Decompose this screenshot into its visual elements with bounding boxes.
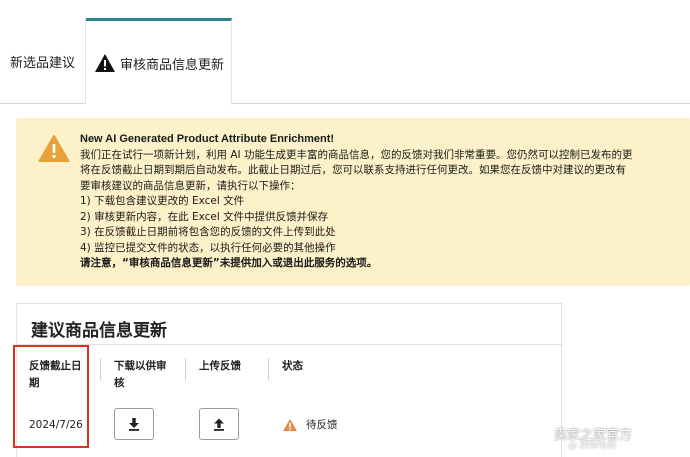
watermark-logo-icon bbox=[530, 423, 550, 443]
column-divider bbox=[185, 358, 186, 380]
tab-review-product-updates[interactable]: 审核商品信息更新 bbox=[86, 18, 232, 105]
upload-button[interactable] bbox=[199, 408, 239, 440]
suggested-updates-card: 建议商品信息更新 反馈截止日期 下载以供审核 上传反馈 状态 2024/7/26… bbox=[16, 303, 563, 457]
status-cell: 待反馈 bbox=[282, 417, 338, 432]
column-header-upload: 上传反馈 bbox=[199, 360, 241, 372]
tab-label: 新选品建议 bbox=[9, 55, 75, 71]
alert-line: 将在反馈截止日期到期后自动发布。此截止日期过后，您可以联系支持进行任何更改。如果… bbox=[80, 164, 626, 176]
column-header-download: 下载以供审核 bbox=[114, 360, 167, 389]
column-header-status: 状态 bbox=[282, 360, 303, 372]
info-alert-banner: New AI Generated Product Attribute Enric… bbox=[16, 118, 690, 286]
alert-step: 2) 审核更新内容，在此 Excel 文件中提供反馈并保存 bbox=[80, 210, 329, 223]
alert-line: 我们正在试行一项新计划，利用 AI 功能生成更丰富的商品信息，您的反馈对我们非常… bbox=[80, 148, 633, 161]
divider bbox=[17, 344, 563, 345]
tab-bar: 新选品建议 审核商品信息更新 bbox=[0, 18, 690, 105]
alert-step: 4) 监控已提交文件的状态，以执行任何必要的其他操作 bbox=[80, 241, 336, 254]
deadline-highlight-box bbox=[13, 345, 89, 448]
card-title: 建议商品信息更新 bbox=[31, 321, 167, 341]
alert-note: 请注意，“审核商品信息更新”未提供加入或退出此服务的选项。 bbox=[80, 257, 378, 269]
watermark-subtext: @ 跨境电商 bbox=[568, 441, 616, 451]
column-divider bbox=[268, 358, 269, 380]
status-badge: 待反馈 bbox=[306, 419, 338, 431]
tab-new-product-suggestions[interactable]: 新选品建议 bbox=[0, 18, 86, 104]
column-divider bbox=[100, 358, 101, 380]
warning-icon bbox=[283, 418, 297, 431]
download-button[interactable] bbox=[114, 408, 154, 440]
tab-label: 审核商品信息更新 bbox=[120, 57, 225, 73]
alert-step: 3) 在反馈截止日期前将包含您的反馈的文件上传到此处 bbox=[80, 226, 336, 238]
warning-icon bbox=[95, 54, 115, 72]
alert-step: 1) 下载包含建议更改的 Excel 文件 bbox=[80, 195, 245, 207]
alert-body: New AI Generated Product Attribute Enric… bbox=[80, 132, 690, 272]
upload-icon bbox=[214, 418, 224, 431]
download-icon bbox=[129, 417, 139, 431]
alert-line: 要审核建议的商品信息更新，请执行以下操作： bbox=[80, 179, 301, 192]
warning-icon bbox=[38, 135, 70, 162]
alert-title: New AI Generated Product Attribute Enric… bbox=[80, 133, 335, 145]
